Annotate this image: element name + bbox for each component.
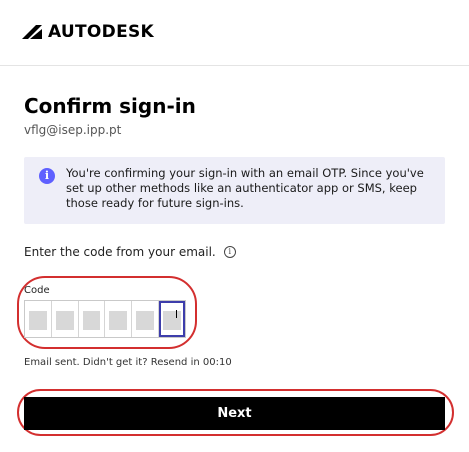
otp-digit-3[interactable] bbox=[79, 301, 106, 337]
info-banner-text: You're confirming your sign-in with an e… bbox=[66, 166, 424, 210]
otp-digit-4[interactable] bbox=[105, 301, 133, 337]
otp-digit-5[interactable] bbox=[132, 301, 160, 337]
brand-name: AUTODESK bbox=[48, 22, 155, 42]
code-label: Code bbox=[24, 285, 50, 296]
info-circle-icon[interactable]: i bbox=[223, 246, 236, 258]
otp-digit-6[interactable] bbox=[159, 301, 185, 337]
info-banner: i You're confirming your sign-in with an… bbox=[24, 157, 445, 224]
account-email: vflg@isep.ipp.pt bbox=[24, 123, 122, 137]
otp-digit-2[interactable] bbox=[52, 301, 79, 337]
otp-code-input[interactable] bbox=[24, 300, 186, 338]
page-title: Confirm sign-in bbox=[24, 94, 196, 118]
code-prompt: Enter the code from your email. i bbox=[24, 245, 236, 259]
text-caret bbox=[176, 310, 178, 318]
info-icon: i bbox=[39, 168, 55, 184]
code-prompt-text: Enter the code from your email. bbox=[24, 245, 216, 259]
resend-status: Email sent. Didn't get it? Resend in 00:… bbox=[24, 357, 232, 368]
otp-digit-1[interactable] bbox=[25, 301, 52, 337]
next-button[interactable]: Next bbox=[24, 397, 445, 430]
autodesk-mark-icon bbox=[22, 25, 42, 39]
header: AUTODESK bbox=[0, 0, 469, 66]
autodesk-logo: AUTODESK bbox=[22, 22, 154, 42]
